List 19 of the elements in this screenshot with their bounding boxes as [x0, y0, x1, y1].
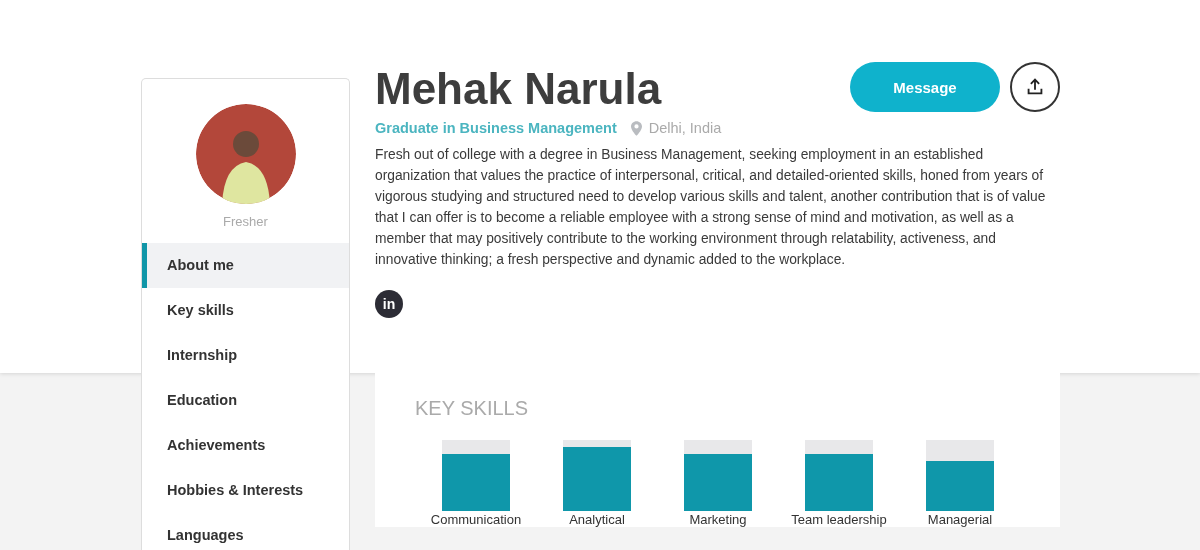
skill-label: Marketing: [689, 513, 747, 527]
sidebar-item[interactable]: About me: [142, 243, 349, 288]
about-paragraph: Fresh out of college with a degree in Business Management, seeking employment in an established organization that values the practice of interpersonal, critical, and detailed-oriented skills, honed from years of vigorous studying and structured need to develop various skills and talent, another contribution that is of value that I can offer is to become a reliable employee with a strong sense of mind and motivation, as well as a member that may positively contribute to the working environment through relatability, activeness, and innovative thinking; a fresh perspective and dynamic added to the workplace.: [375, 146, 1047, 269]
sidebar-item[interactable]: Hobbies & Interests: [142, 468, 349, 513]
section-title: KEY SKILLS: [415, 397, 530, 420]
skill-label: Team leadership: [791, 513, 887, 527]
headline-text: Graduate in Business Management: [375, 120, 617, 136]
sidebar-item[interactable]: Achievements: [142, 423, 349, 468]
sidebar-item[interactable]: Languages: [142, 513, 349, 550]
skill-label: Communication: [430, 513, 522, 527]
sidebar-item[interactable]: Education: [142, 378, 349, 423]
sidebar-item[interactable]: Key skills: [142, 288, 349, 333]
profile-name: Mehak Narula: [375, 64, 662, 114]
status-label: Fresher: [222, 214, 269, 229]
skill-label: Analytical: [569, 513, 625, 527]
sidebar-item[interactable]: Internship: [142, 333, 349, 378]
skill-label: Managerial: [927, 513, 993, 527]
location-text: Delhi, India: [648, 120, 722, 136]
location-pin-icon: [630, 120, 642, 136]
